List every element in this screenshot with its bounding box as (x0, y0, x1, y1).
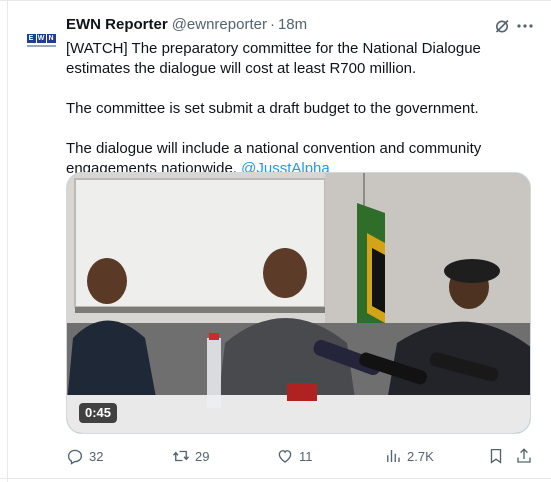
frame-bottom-border (0, 478, 551, 479)
bookmark-button[interactable] (487, 444, 510, 468)
avatar[interactable]: E W N (23, 22, 59, 58)
share-icon (517, 448, 531, 463)
like-icon (278, 450, 292, 463)
video-duration-badge: 0:45 (79, 403, 118, 423)
grok-icon[interactable] (494, 18, 510, 34)
frame-top-border (0, 0, 551, 1)
tweet-time[interactable]: 18m (278, 16, 307, 33)
author-handle[interactable]: @ewnreporter (172, 16, 267, 33)
share-button[interactable] (515, 444, 538, 468)
retweet-button[interactable]: 29 (172, 444, 209, 468)
views-count: 2.7K (407, 448, 434, 464)
video-thumbnail (67, 173, 530, 433)
more-icon[interactable] (516, 17, 534, 35)
like-button[interactable]: 11 (276, 444, 313, 468)
tweet-actions: 32 29 11 2.7K (0, 444, 551, 468)
tweet-paragraph-1: [WATCH] The preparatory committee for th… (66, 40, 481, 77)
bookmark-icon (490, 448, 502, 464)
tweet-header: EWN Reporter @ewnreporter · 18m (66, 16, 307, 36)
reply-button[interactable]: 32 (66, 444, 103, 468)
reply-count: 32 (89, 448, 104, 464)
header-separator: · (269, 16, 275, 33)
reply-icon (67, 449, 83, 465)
logo-letter-w: W (36, 33, 46, 43)
tweet-text: [WATCH] The preparatory committee for th… (66, 39, 536, 179)
like-count: 11 (299, 448, 313, 464)
video-player[interactable]: 0:45 (66, 172, 531, 434)
ewn-logo-icon: E W N (26, 33, 56, 43)
logo-letter-n: N (46, 33, 56, 43)
retweet-count: 29 (195, 448, 210, 464)
views-button[interactable]: 2.7K (384, 444, 434, 468)
logo-letter-e: E (26, 33, 36, 43)
author-name[interactable]: EWN Reporter (66, 16, 168, 33)
views-icon (387, 450, 400, 462)
logo-underline (26, 44, 56, 47)
tweet-paragraph-2: The committee is set submit a draft budg… (66, 100, 479, 117)
retweet-icon (172, 450, 190, 462)
frame-left-border (7, 0, 8, 482)
